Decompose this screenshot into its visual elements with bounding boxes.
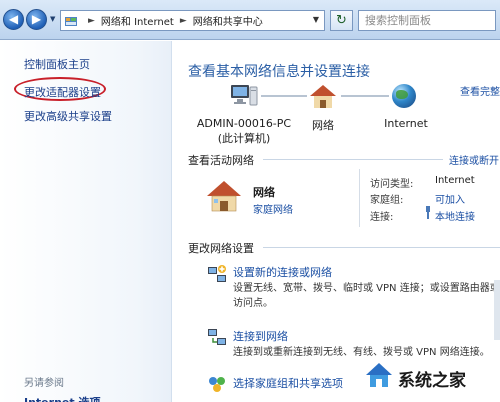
task-pane: 控制面板主页 更改适配器设置 更改高级共享设置 另请参阅 Internet 选项 [0, 41, 172, 402]
connect-network-icon [208, 329, 226, 345]
address-dropdown-icon[interactable]: ▼ [310, 13, 322, 27]
scrollbar[interactable] [494, 280, 500, 340]
control-panel-icon [65, 16, 77, 26]
forward-button[interactable]: ▶ [26, 9, 47, 30]
network-house-icon [310, 85, 336, 108]
homegroup-sharing-link[interactable]: 选择家庭组和共享选项 [233, 375, 343, 391]
breadcrumb-separator-icon[interactable]: ► [180, 16, 187, 26]
internet-options-link[interactable]: Internet 选项 [24, 394, 100, 402]
active-network-name: 网络 [253, 186, 275, 199]
local-connection-icon [426, 206, 430, 219]
connections-label: 连接: [370, 212, 394, 223]
view-full-map-link[interactable]: 查看完整 [460, 83, 500, 98]
refresh-button[interactable]: ↻ [330, 10, 353, 31]
page-title: 查看基本网络信息并设置连接 [188, 64, 370, 80]
access-type-label: 访问类型: [370, 179, 414, 190]
connect-disconnect-link[interactable]: 连接或断开 [449, 152, 499, 167]
refresh-icon: ↻ [336, 13, 347, 28]
main-content: 查看基本网络信息并设置连接 查看完整 ADMIN-00016-PC (此计算机)… [173, 41, 500, 402]
connect-to-network-link[interactable]: 连接到网络 [233, 328, 288, 344]
setup-new-connection-link[interactable]: 设置新的连接或网络 [233, 264, 332, 280]
access-type-value: Internet [435, 175, 475, 186]
vertical-divider [359, 169, 360, 227]
homegroup-icon [209, 377, 225, 392]
network-node-label: 网络 [312, 119, 334, 132]
setup-new-connection-desc: 设置无线、宽带、拨号、临时或 VPN 连接；或设置路由器或访问点。 [233, 283, 500, 309]
network-type-link[interactable]: 家庭网络 [253, 201, 293, 216]
back-arrow-icon: ◀ [8, 12, 19, 26]
home-network-icon [207, 181, 241, 212]
watermark-text: 系统之家 [398, 371, 466, 391]
section-divider [263, 247, 500, 248]
change-settings-heading: 更改网络设置 [188, 242, 254, 255]
map-connector [261, 95, 307, 97]
change-adapter-settings-link[interactable]: 更改适配器设置 [24, 84, 101, 100]
map-connector [341, 95, 389, 97]
internet-globe-icon [392, 84, 416, 108]
address-bar[interactable]: ► 网络和 Internet ► 网络和共享中心 [60, 10, 325, 31]
section-divider [263, 159, 443, 160]
computer-name: ADMIN-00016-PC [196, 117, 292, 130]
change-advanced-sharing-link[interactable]: 更改高级共享设置 [24, 108, 112, 124]
homegroup-join-link[interactable]: 可加入 [435, 191, 465, 206]
computer-icon [231, 85, 258, 106]
homegroup-label: 家庭组: [370, 195, 404, 206]
navigation-bar: ◀ ▶ ▼ ► 网络和 Internet ► 网络和共享中心 ▼ ↻ 搜索控制面… [0, 0, 500, 40]
active-networks-heading: 查看活动网络 [188, 154, 254, 167]
new-connection-icon [208, 265, 226, 282]
breadcrumb-network-sharing-center[interactable]: 网络和共享中心 [193, 13, 263, 28]
breadcrumb-separator-icon[interactable]: ► [88, 16, 95, 26]
control-panel-home-link[interactable]: 控制面板主页 [24, 56, 90, 72]
search-input[interactable]: 搜索控制面板 [358, 10, 496, 31]
back-button[interactable]: ◀ [3, 9, 24, 30]
breadcrumb-network-internet[interactable]: 网络和 Internet [101, 13, 174, 28]
computer-subtitle: (此计算机) [217, 132, 271, 145]
recent-pages-dropdown-icon[interactable]: ▼ [50, 14, 58, 24]
internet-node-label: Internet [384, 117, 428, 130]
forward-arrow-icon: ▶ [31, 12, 42, 26]
local-connection-link[interactable]: 本地连接 [435, 208, 475, 223]
watermark-logo-icon [366, 363, 392, 387]
see-also-heading: 另请参阅 [24, 378, 64, 389]
